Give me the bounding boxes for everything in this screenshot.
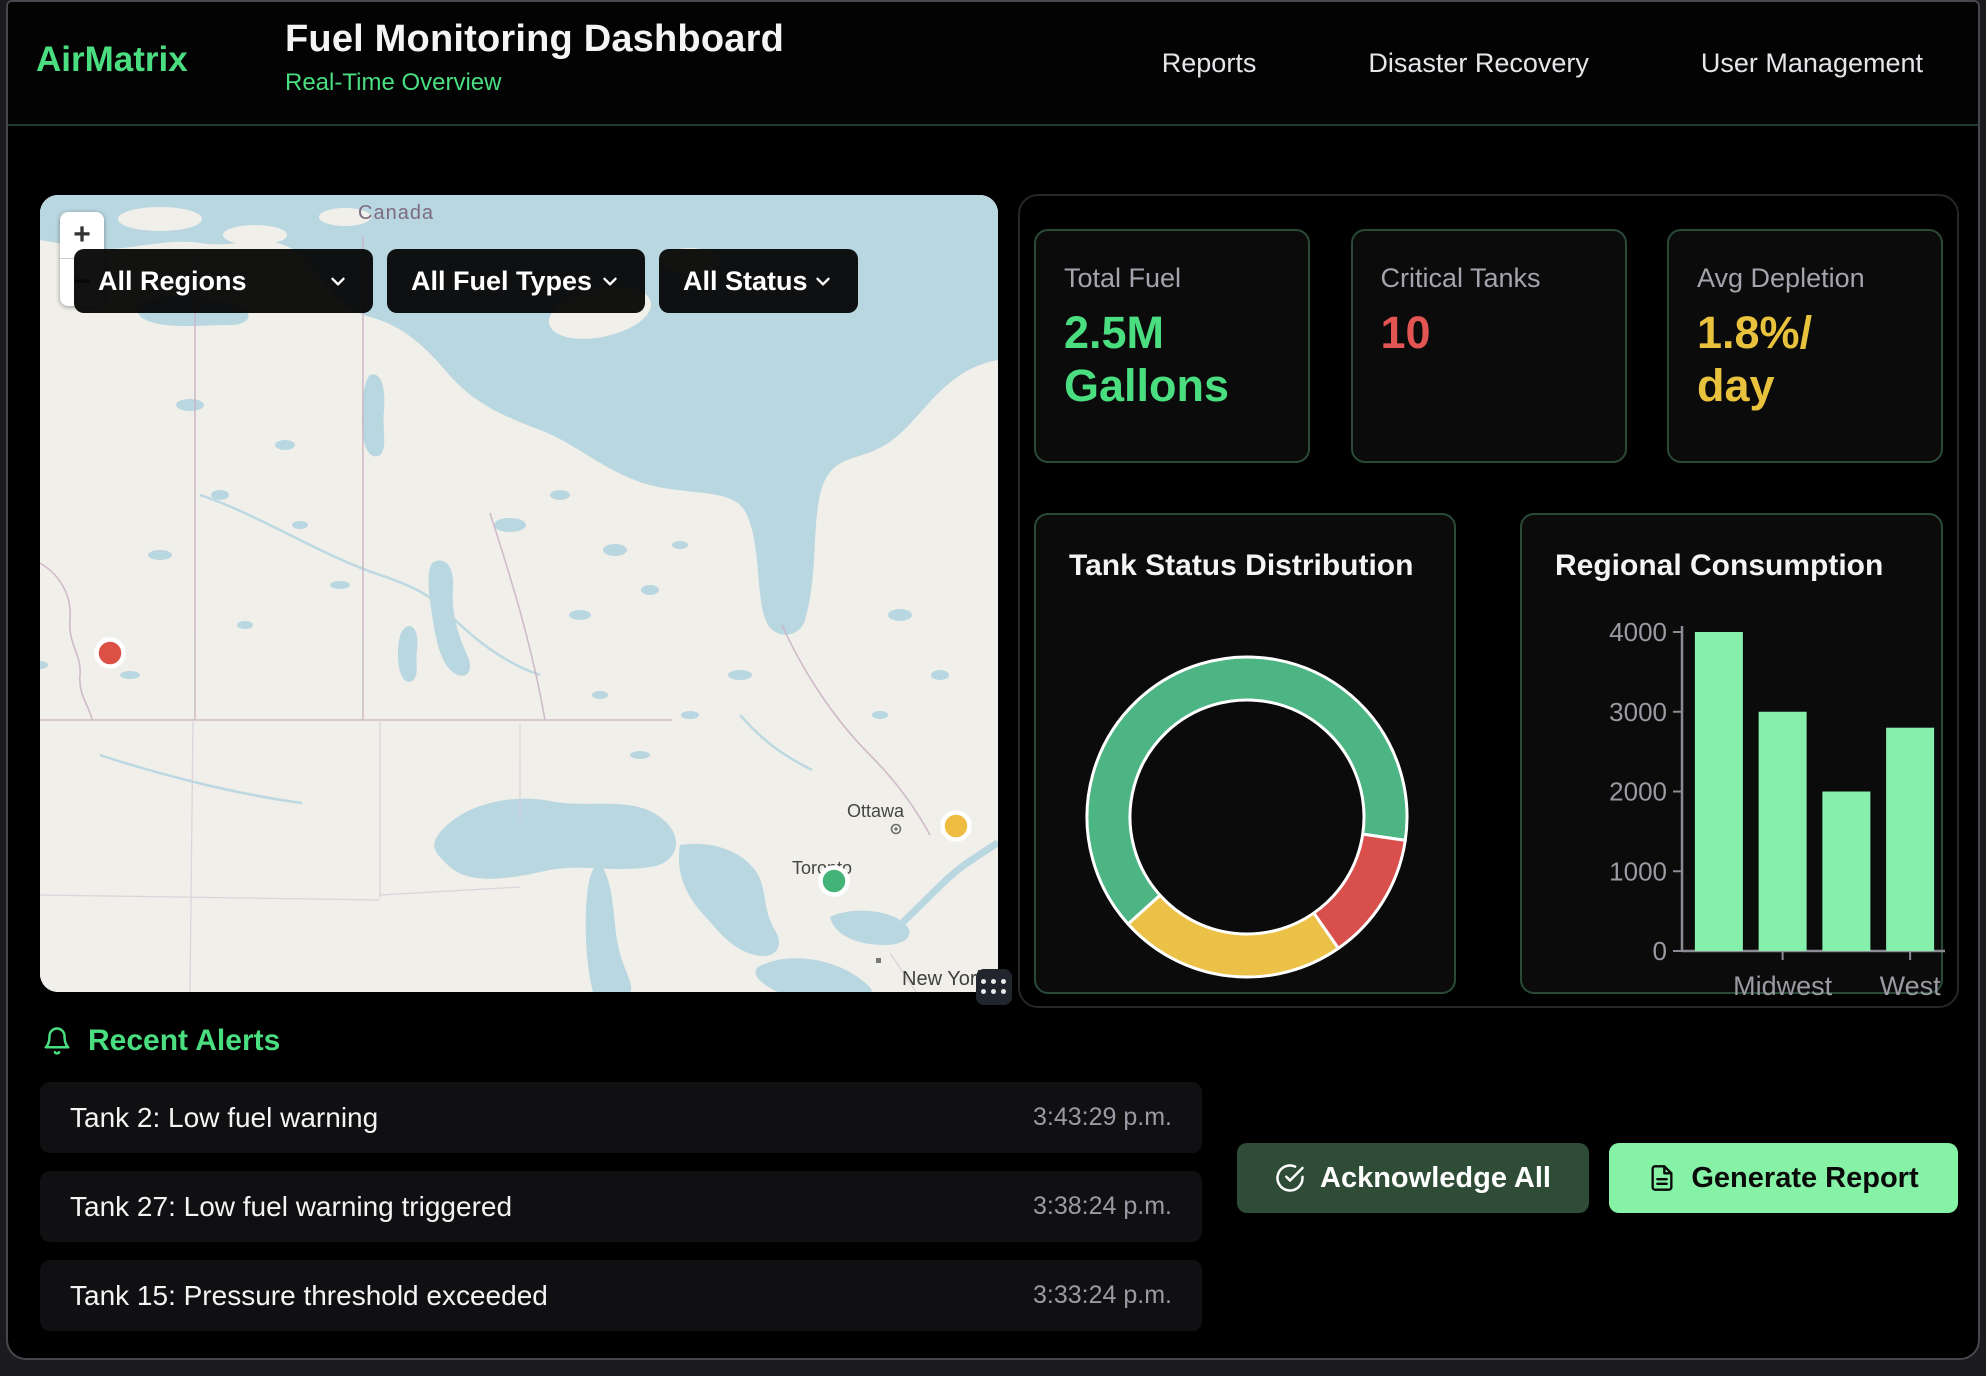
- svg-text:1000: 1000: [1609, 856, 1667, 886]
- alert-time: 3:43:29 p.m.: [1033, 1103, 1172, 1132]
- alert-text: Tank 27: Low fuel warning triggered: [70, 1191, 512, 1223]
- app-header: AirMatrix Fuel Monitoring Dashboard Real…: [8, 2, 1978, 126]
- alert-row: Tank 15: Pressure threshold exceeded 3:3…: [40, 1260, 1202, 1331]
- status-filter-dropdown[interactable]: All Status: [659, 249, 858, 313]
- svg-text:0: 0: [1653, 936, 1667, 966]
- stat-label: Critical Tanks: [1381, 263, 1597, 294]
- map-basemap: Canada Ottawa Toronto New York: [40, 195, 998, 992]
- file-text-icon: [1648, 1164, 1676, 1192]
- alert-time: 3:33:24 p.m.: [1033, 1281, 1172, 1310]
- regional-consumption-bar-chart: 0 1000 2000 3000 4000 Midwest West: [1522, 515, 1945, 996]
- stat-card-avg-depletion: Avg Depletion 1.8%/ day: [1667, 229, 1943, 463]
- alert-time: 3:38:24 p.m.: [1033, 1192, 1172, 1221]
- status-filter-value: All Status: [683, 266, 808, 297]
- map-label-country: Canada: [358, 202, 434, 224]
- map-label-ottawa: Ottawa: [847, 801, 905, 821]
- regional-consumption-chart-card: Regional Consumption 01000200030004000Mi…: [1520, 513, 1943, 994]
- page-title: Fuel Monitoring Dashboard: [285, 18, 784, 61]
- brand-logo: AirMatrix: [36, 40, 188, 80]
- content-area: Canada Ottawa Toronto New York + −: [8, 126, 1978, 1360]
- tank-status-chart-card: Tank Status Distribution: [1034, 513, 1456, 994]
- region-filter-value: All Regions: [98, 266, 247, 297]
- page-subtitle: Real-Time Overview: [285, 69, 784, 97]
- bell-icon: [42, 1026, 72, 1056]
- stat-label: Total Fuel: [1064, 263, 1280, 294]
- metrics-panel: Total Fuel 2.5M Gallons Critical Tanks 1…: [1018, 194, 1959, 1008]
- chevron-down-icon: [327, 270, 349, 292]
- alert-text: Tank 15: Pressure threshold exceeded: [70, 1280, 548, 1312]
- map-filter-bar: All Regions All Fuel Types All Status: [74, 249, 858, 313]
- nav-reports[interactable]: Reports: [1162, 48, 1257, 79]
- acknowledge-all-button[interactable]: Acknowledge All: [1237, 1143, 1589, 1213]
- chevron-down-icon: [812, 270, 834, 292]
- stat-card-critical-tanks: Critical Tanks 10: [1351, 229, 1627, 463]
- generate-report-label: Generate Report: [1691, 1162, 1918, 1195]
- alert-row: Tank 27: Low fuel warning triggered 3:38…: [40, 1171, 1202, 1242]
- main-nav: Reports Disaster Recovery User Managemen…: [1162, 2, 1923, 124]
- stats-row: Total Fuel 2.5M Gallons Critical Tanks 1…: [1034, 229, 1943, 463]
- stat-value: 2.5M Gallons: [1064, 306, 1280, 412]
- title-block: Fuel Monitoring Dashboard Real-Time Over…: [285, 18, 784, 97]
- alert-text: Tank 2: Low fuel warning: [70, 1102, 378, 1134]
- map-resize-handle[interactable]: [976, 969, 1012, 1005]
- fuel-type-filter-dropdown[interactable]: All Fuel Types: [387, 249, 645, 313]
- fuel-type-filter-value: All Fuel Types: [411, 266, 592, 297]
- svg-text:2000: 2000: [1609, 777, 1667, 807]
- nav-user-management[interactable]: User Management: [1701, 48, 1923, 79]
- stat-card-total-fuel: Total Fuel 2.5M Gallons: [1034, 229, 1310, 463]
- recent-alerts-title: Recent Alerts: [88, 1024, 280, 1058]
- svg-text:3000: 3000: [1609, 697, 1667, 727]
- stat-value: 10: [1381, 306, 1597, 359]
- generate-report-button[interactable]: Generate Report: [1609, 1143, 1958, 1213]
- svg-text:West: West: [1880, 971, 1942, 996]
- chevron-down-icon: [599, 270, 621, 292]
- recent-alerts-heading: Recent Alerts: [42, 1024, 280, 1058]
- charts-row: Tank Status Distribution Regional Consum…: [1034, 513, 1943, 994]
- region-filter-dropdown[interactable]: All Regions: [74, 249, 373, 313]
- tank-status-doughnut-chart: [1036, 515, 1458, 996]
- alert-row: Tank 2: Low fuel warning 3:43:29 p.m.: [40, 1082, 1202, 1153]
- stat-label: Avg Depletion: [1697, 263, 1913, 294]
- map-marker-green[interactable]: [821, 868, 848, 895]
- map-canvas[interactable]: Canada Ottawa Toronto New York + −: [40, 195, 998, 992]
- svg-text:Midwest: Midwest: [1733, 971, 1833, 996]
- dashboard-window: AirMatrix Fuel Monitoring Dashboard Real…: [6, 0, 1980, 1360]
- nav-disaster-recovery[interactable]: Disaster Recovery: [1368, 48, 1589, 79]
- acknowledge-all-label: Acknowledge All: [1320, 1162, 1551, 1195]
- svg-text:4000: 4000: [1609, 617, 1667, 647]
- map-label-new-york: New York: [902, 968, 987, 990]
- map-marker-yellow[interactable]: [943, 813, 970, 840]
- check-circle-icon: [1275, 1163, 1305, 1193]
- map-marker-red[interactable]: [97, 640, 124, 667]
- map-panel: Canada Ottawa Toronto New York + −: [40, 195, 998, 992]
- stat-value: 1.8%/ day: [1697, 306, 1913, 412]
